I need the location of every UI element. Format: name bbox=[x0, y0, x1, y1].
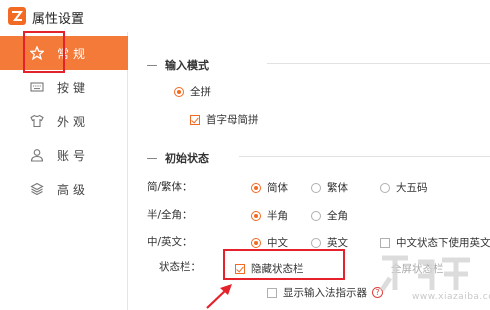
section-input-mode: 输入模式 bbox=[147, 57, 209, 73]
radio-english[interactable]: 英文 bbox=[311, 235, 348, 250]
keyboard-icon bbox=[30, 80, 44, 94]
checkbox[interactable] bbox=[267, 287, 277, 298]
user-icon bbox=[30, 148, 44, 162]
radio-button[interactable] bbox=[380, 182, 390, 193]
section-initial-state: 初始状态 bbox=[147, 150, 209, 166]
sidebar: 常规 按键 外观 账号 高级 bbox=[0, 32, 128, 310]
radio-full-width[interactable]: 全角 bbox=[311, 208, 348, 223]
layers-icon bbox=[30, 182, 44, 196]
radio-button[interactable] bbox=[311, 182, 321, 193]
radio-button[interactable] bbox=[251, 210, 261, 221]
sidebar-item-advanced[interactable]: 高级 bbox=[0, 172, 128, 206]
radio-button[interactable] bbox=[251, 182, 261, 193]
radio-button[interactable] bbox=[174, 86, 184, 97]
radio-simplified[interactable]: 简体 bbox=[251, 180, 288, 195]
section-title: 初始状态 bbox=[165, 152, 209, 165]
sidebar-item-keys[interactable]: 按键 bbox=[0, 70, 128, 104]
shirt-icon bbox=[30, 114, 44, 128]
watermark-url: www.xiazaiba.com bbox=[412, 292, 490, 302]
checkbox-english-in-chinese[interactable]: 中文状态下使用英文 bbox=[380, 235, 490, 250]
section-title: 输入模式 bbox=[165, 59, 209, 72]
highlight-box-hide-status bbox=[223, 249, 345, 280]
section-divider bbox=[239, 156, 490, 157]
checkbox-show-indicator[interactable]: 显示输入法指示器 ? bbox=[267, 285, 383, 300]
sidebar-item-label: 账号 bbox=[57, 148, 90, 163]
radio-traditional[interactable]: 繁体 bbox=[311, 180, 348, 195]
radio-button[interactable] bbox=[311, 210, 321, 221]
app-logo-icon bbox=[8, 7, 26, 25]
sidebar-item-label: 高级 bbox=[57, 182, 90, 197]
radio-half-width[interactable]: 半角 bbox=[251, 208, 288, 223]
title-bar: 属性设置 bbox=[0, 0, 490, 32]
label-width: 半/全角： bbox=[147, 209, 193, 221]
label-status-bar: 状态栏： bbox=[159, 261, 201, 273]
checkbox[interactable] bbox=[190, 114, 200, 125]
label-script: 简/繁体： bbox=[147, 181, 193, 193]
sidebar-item-label: 按键 bbox=[57, 80, 90, 95]
window-title: 属性设置 bbox=[32, 12, 85, 27]
checkbox[interactable] bbox=[380, 237, 390, 248]
sidebar-item-appearance[interactable]: 外观 bbox=[0, 104, 128, 138]
radio-button[interactable] bbox=[251, 237, 261, 248]
radio-chinese[interactable]: 中文 bbox=[251, 235, 288, 250]
radio-big5[interactable]: 大五码 bbox=[380, 180, 428, 195]
label-language: 中/英文： bbox=[147, 236, 193, 248]
section-divider bbox=[267, 63, 490, 64]
sidebar-item-account[interactable]: 账号 bbox=[0, 138, 128, 172]
highlight-box-general bbox=[23, 31, 65, 73]
pointer-arrow-icon bbox=[206, 284, 232, 309]
checkbox-initial-pinyin[interactable]: 首字母简拼 bbox=[190, 112, 259, 127]
radio-full-pinyin[interactable]: 全拼 bbox=[174, 84, 211, 99]
sidebar-item-label: 外观 bbox=[57, 114, 90, 129]
radio-button[interactable] bbox=[311, 237, 321, 248]
